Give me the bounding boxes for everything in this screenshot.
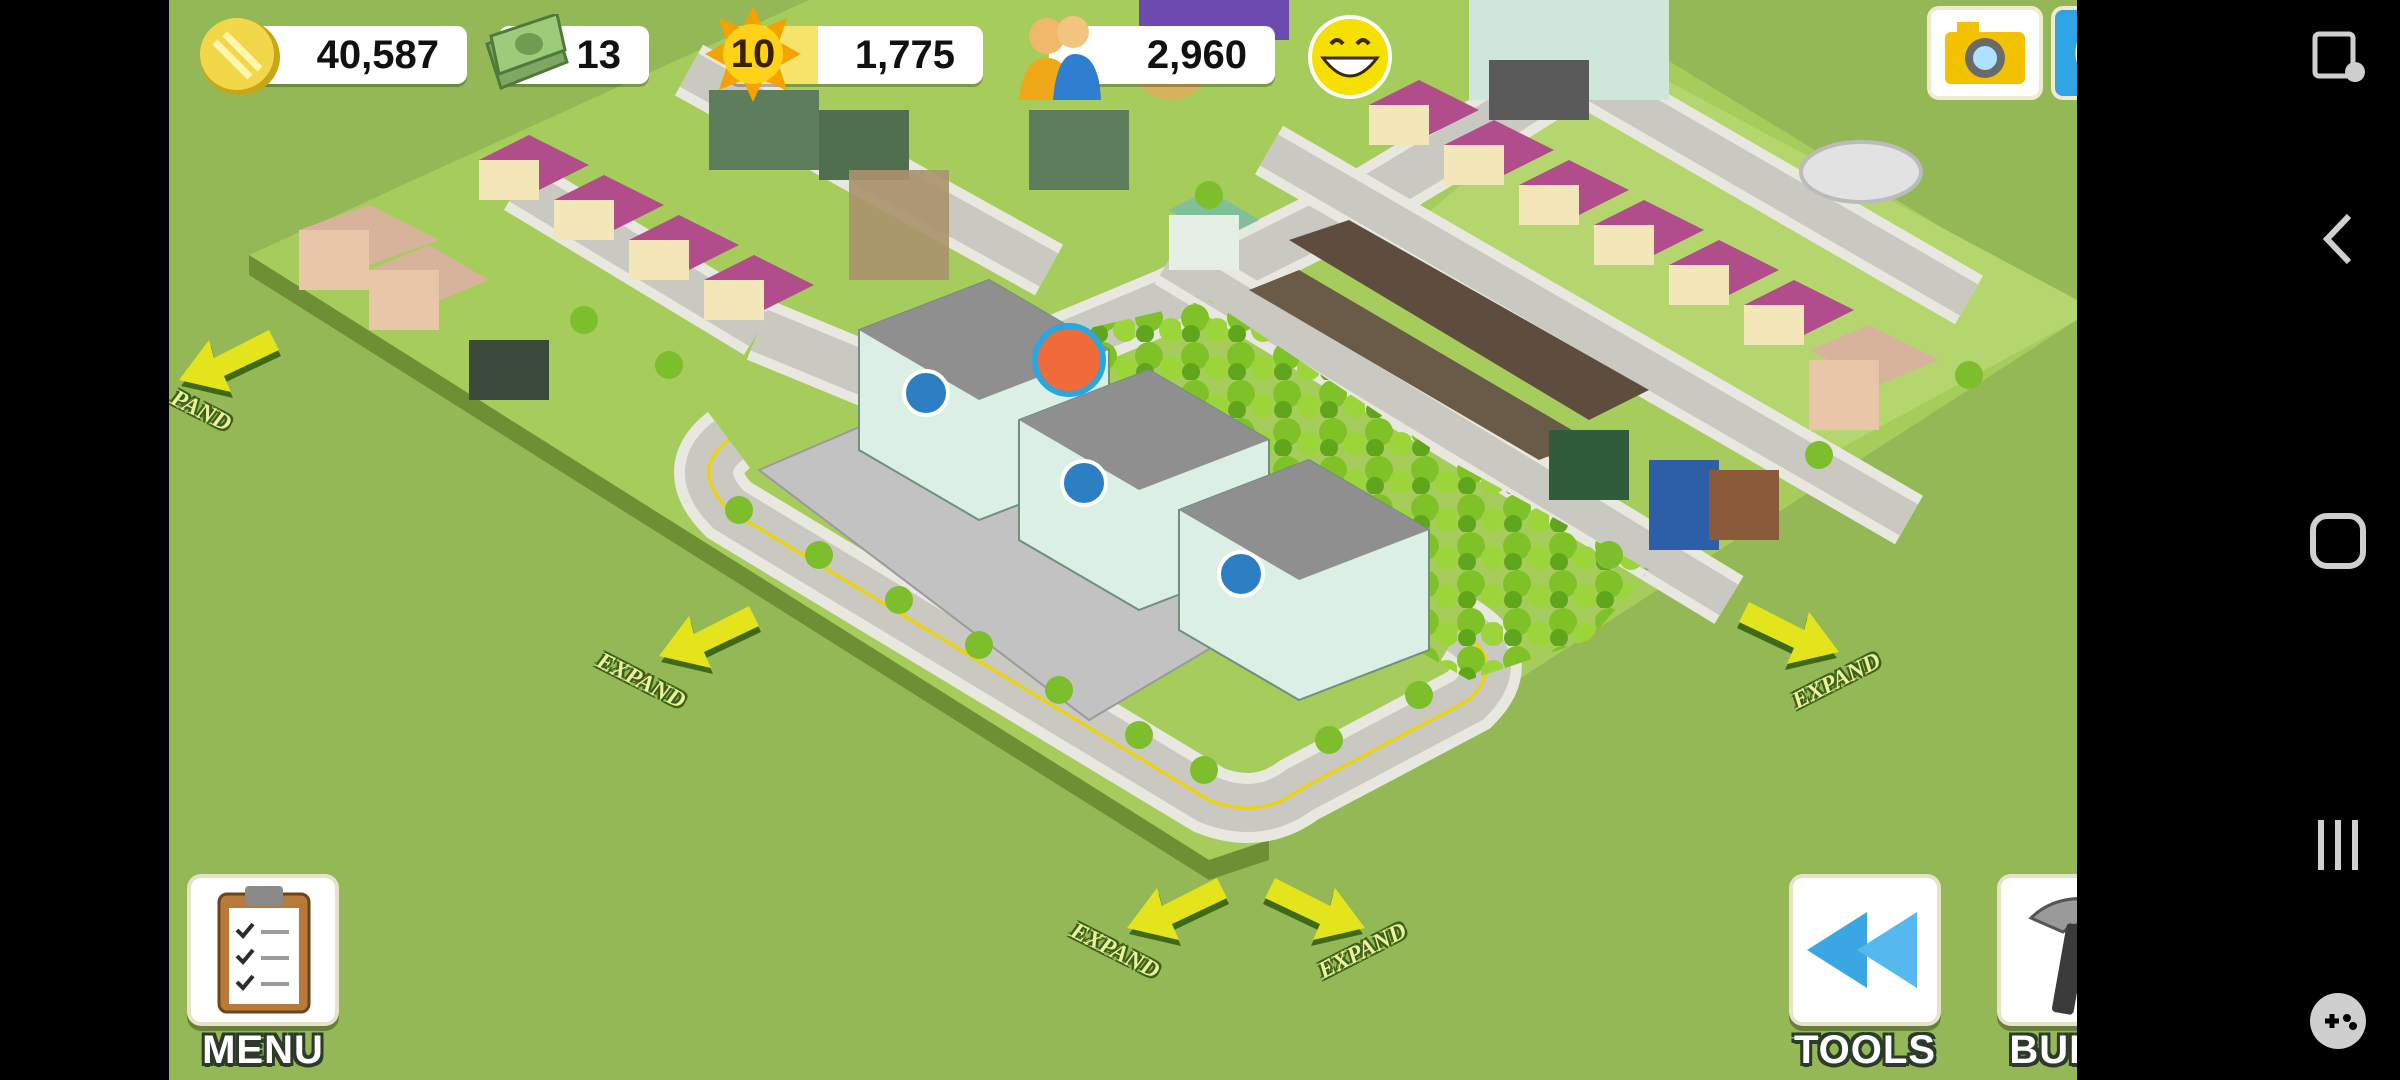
expand-arrow-right[interactable] (1729, 592, 1849, 672)
camera-icon (1945, 22, 2025, 84)
carousel[interactable] (1032, 323, 1106, 397)
hammer-icon (2028, 897, 2077, 1015)
cash-value: 13 (576, 32, 622, 77)
rewind-icon (1807, 912, 1917, 988)
happiness-smiley-icon[interactable] (1307, 14, 1393, 100)
population-value: 2,960 (1146, 32, 1247, 77)
build-button[interactable] (2001, 878, 2077, 1022)
game-viewport[interactable]: PAND EXPAND EXPAND EXPAND EXPAND 40,587 … (169, 0, 2077, 1080)
system-nav-bar (2273, 0, 2400, 1080)
back-icon[interactable] (2293, 194, 2383, 284)
level-value: 10 (730, 32, 776, 76)
home-icon[interactable] (2293, 496, 2383, 586)
expand-arrow-bottom-left[interactable] (1117, 868, 1237, 948)
clipboard-icon (217, 886, 311, 1014)
share-button[interactable] (2055, 10, 2077, 96)
build-label[interactable]: BUILD (1973, 1028, 2077, 1073)
cash-icon (485, 14, 569, 90)
coins-value: 40,587 (316, 32, 439, 77)
tools-label[interactable]: TOOLS (1765, 1028, 1965, 1073)
recent-apps-icon[interactable] (2293, 800, 2383, 890)
population-icon (1019, 16, 1101, 100)
menu-button[interactable] (191, 878, 335, 1022)
camera-button[interactable] (1931, 10, 2039, 96)
expand-arrow-left-cut[interactable] (169, 320, 289, 400)
tools-button[interactable] (1793, 878, 1937, 1022)
share-icon (2075, 43, 2077, 63)
menu-label[interactable]: MENU (169, 1028, 363, 1073)
expand-arrow-bottom-right[interactable] (1255, 868, 1375, 948)
screen-capture-icon[interactable] (2293, 12, 2383, 102)
xp-value: 1,775 (854, 32, 955, 77)
game-tools-icon[interactable] (2293, 976, 2383, 1066)
coin-icon (200, 18, 280, 95)
expand-arrow-left[interactable] (649, 596, 769, 676)
